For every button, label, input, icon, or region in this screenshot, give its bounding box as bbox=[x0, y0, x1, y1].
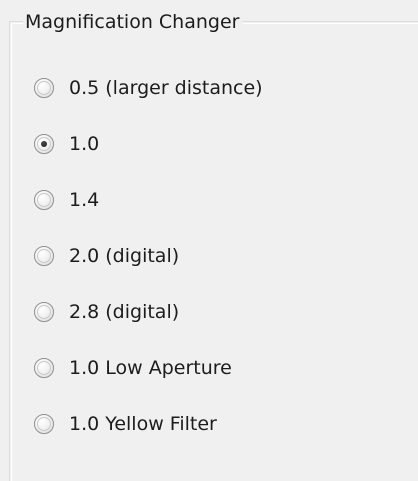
radio-button[interactable] bbox=[34, 78, 54, 98]
radio-label: 2.0 (digital) bbox=[69, 245, 180, 267]
radio-option-1-0[interactable]: 1.0 bbox=[34, 127, 99, 161]
radio-button[interactable] bbox=[34, 246, 54, 266]
radio-button[interactable] bbox=[34, 358, 54, 378]
radio-label: 1.0 Low Aperture bbox=[69, 357, 232, 379]
radio-label: 1.0 bbox=[69, 133, 100, 155]
radio-button[interactable] bbox=[34, 134, 54, 154]
radio-label: 1.0 Yellow Filter bbox=[69, 413, 217, 435]
radio-option-1-4[interactable]: 1.4 bbox=[34, 183, 99, 217]
radio-option-2-8-digital[interactable]: 2.8 (digital) bbox=[34, 295, 179, 329]
radio-option-2-0-digital[interactable]: 2.0 (digital) bbox=[34, 239, 179, 273]
radio-option-0-5[interactable]: 0.5 (larger distance) bbox=[34, 71, 263, 105]
radio-button[interactable] bbox=[34, 302, 54, 322]
radio-label: 2.8 (digital) bbox=[69, 301, 180, 323]
radio-button[interactable] bbox=[34, 414, 54, 434]
groupbox-title: Magnification Changer bbox=[23, 8, 244, 36]
radio-option-1-0-low-aperture[interactable]: 1.0 Low Aperture bbox=[34, 351, 232, 385]
radio-label: 0.5 (larger distance) bbox=[69, 77, 263, 99]
radio-option-1-0-yellow-filter[interactable]: 1.0 Yellow Filter bbox=[34, 407, 217, 441]
radio-label: 1.4 bbox=[69, 189, 100, 211]
radio-button[interactable] bbox=[34, 190, 54, 210]
